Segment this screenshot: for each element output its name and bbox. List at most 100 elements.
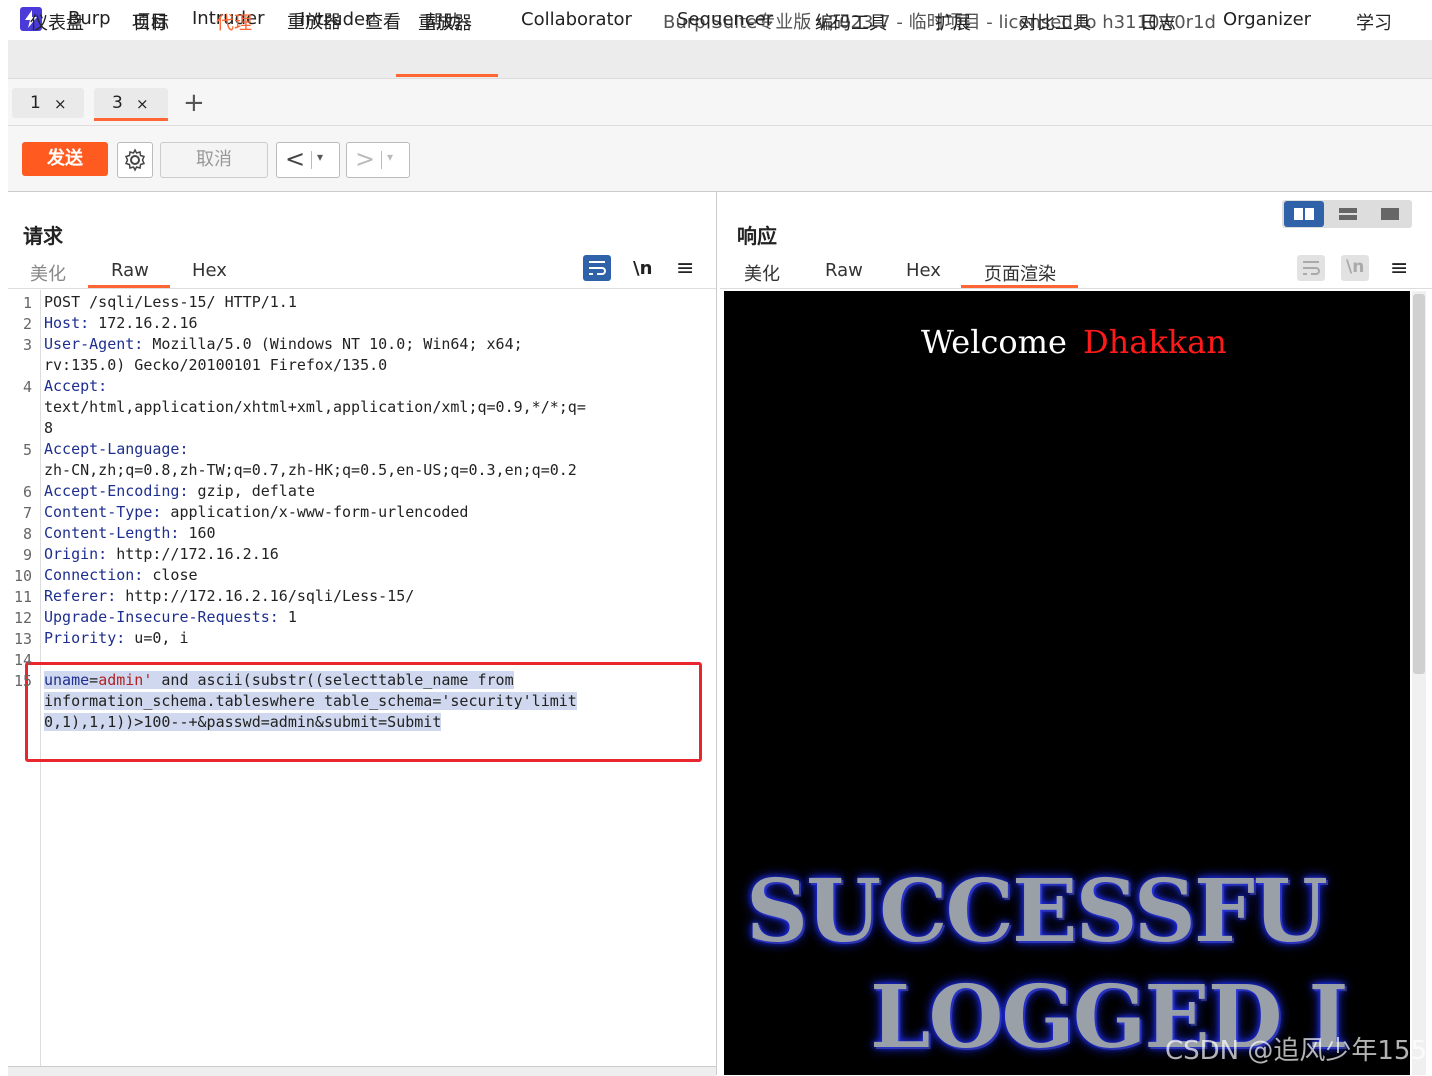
- line-number: 2: [22, 315, 32, 333]
- header-value: close: [143, 566, 198, 584]
- scrollbar-thumb[interactable]: [1413, 294, 1425, 674]
- gear-icon: [124, 148, 146, 172]
- close-icon[interactable]: ×: [136, 95, 149, 113]
- param-eq: =: [89, 671, 99, 689]
- request-line: POST /sqli/Less-15/ HTTP/1.1: [44, 293, 297, 311]
- line-number: 8: [22, 525, 32, 543]
- header-key: Origin:: [44, 545, 108, 563]
- param-value: admin': [98, 671, 153, 689]
- tab-dashboard[interactable]: 仪表盘: [30, 9, 84, 35]
- request-line: zh-CN,zh;q=0.8,zh-TW;q=0.7,zh-HK;q=0.5,e…: [44, 461, 577, 479]
- request-line: Referer: http://172.16.2.16/sqli/Less-15…: [44, 587, 414, 605]
- tab-comparer[interactable]: 对比工具: [1019, 9, 1091, 35]
- header-key: Content-Type:: [44, 503, 162, 521]
- tab-target[interactable]: 目标: [133, 9, 169, 35]
- repeater-tab-3[interactable]: 3 ×: [94, 88, 168, 118]
- header-value: u=0, i: [125, 629, 189, 647]
- line-number: 7: [22, 504, 32, 522]
- repeater-tab-1[interactable]: 1 ×: [12, 88, 84, 118]
- request-line: Content-Length: 160: [44, 524, 216, 542]
- body-line: information_schema.tableswhere table_sch…: [44, 692, 577, 710]
- layout-rows-button[interactable]: [1330, 201, 1366, 227]
- line-number: 10: [13, 567, 32, 585]
- request-line: Accept-Language:: [44, 440, 189, 458]
- body-text: 0,1),1,1))>100--+&passwd=admin&submit=Su…: [44, 713, 442, 731]
- response-tab-pretty[interactable]: 美化: [744, 260, 780, 286]
- newline-toggle-button[interactable]: \n: [1341, 255, 1369, 281]
- request-tab-hex[interactable]: Hex: [192, 260, 227, 281]
- header-value: http://172.16.2.16/sqli/Less-15/: [116, 587, 415, 605]
- response-tab-raw[interactable]: Raw: [825, 260, 863, 281]
- header-value: rv:135.0) Gecko/20100101 Firefox/135.0: [44, 356, 388, 374]
- line-number: 9: [22, 546, 32, 564]
- body-line: uname=admin' and ascii(substr((selecttab…: [44, 671, 514, 689]
- repeater-tab-label: 1: [30, 93, 41, 113]
- tab-logger[interactable]: 日志: [1140, 9, 1176, 35]
- request-line: Accept-Encoding: gzip, deflate: [44, 482, 315, 500]
- newline-icon: \n: [1346, 257, 1365, 277]
- separator: [381, 151, 382, 169]
- tab-proxy[interactable]: 代理: [216, 9, 252, 35]
- line-number: 13: [13, 630, 32, 648]
- request-line: Upgrade-Insecure-Requests: 1: [44, 608, 297, 626]
- response-tab-render[interactable]: 页面渲染: [984, 260, 1056, 286]
- menu-icon[interactable]: ≡: [1390, 256, 1408, 281]
- chevron-left-icon: <: [285, 145, 306, 173]
- tab-repeater[interactable]: 重放器: [418, 9, 472, 35]
- line-number: 3: [22, 336, 32, 354]
- header-key: Connection:: [44, 566, 144, 584]
- header-value: 8: [44, 419, 54, 437]
- line-number: 11: [13, 588, 32, 606]
- wrap-toggle-button[interactable]: [1297, 255, 1325, 281]
- tab-collaborator[interactable]: Collaborator: [521, 9, 632, 30]
- rendered-page: Welcome Dhakkan SUCCESSFU LOGGED I: [724, 291, 1410, 1075]
- request-title: 请求: [23, 224, 63, 248]
- header-value: text/html,application/xhtml+xml,applicat…: [44, 398, 586, 416]
- settings-button[interactable]: [117, 142, 153, 178]
- response-tab-hex[interactable]: Hex: [906, 260, 941, 281]
- back-button[interactable]: < ▾: [276, 142, 340, 178]
- header-value: zh-CN,zh;q=0.8,zh-TW;q=0.7,zh-HK;q=0.5,e…: [44, 461, 577, 479]
- chevron-down-icon[interactable]: ▾: [317, 150, 323, 164]
- request-line: Connection: close: [44, 566, 198, 584]
- request-line: User-Agent: Mozilla/5.0 (Windows NT 10.0…: [44, 335, 523, 353]
- rows-icon: [1339, 208, 1357, 220]
- tab-sequencer[interactable]: Sequencer: [677, 9, 773, 30]
- tab-intruder[interactable]: Intruder: [300, 9, 372, 30]
- header-value: gzip, deflate: [188, 482, 315, 500]
- menu-icon[interactable]: ≡: [676, 256, 694, 281]
- close-icon[interactable]: ×: [54, 95, 67, 113]
- request-tab-raw[interactable]: Raw: [111, 260, 149, 281]
- forward-button[interactable]: > ▾: [346, 142, 410, 178]
- wrap-toggle-button[interactable]: [583, 255, 611, 281]
- divider: [720, 288, 1432, 289]
- chevron-down-icon[interactable]: ▾: [387, 150, 393, 164]
- repeater-tab-label: 3: [112, 93, 123, 113]
- layout-single-button[interactable]: [1372, 201, 1408, 227]
- main-tab-bar: [8, 40, 1432, 79]
- tab-organizer[interactable]: Organizer: [1223, 9, 1311, 30]
- tab-learn[interactable]: 学习: [1356, 9, 1392, 35]
- tab-decoder[interactable]: 编码工具: [815, 9, 887, 35]
- header-key: Accept-Language:: [44, 440, 189, 458]
- line-number: 12: [13, 609, 32, 627]
- single-pane-icon: [1381, 208, 1399, 220]
- header-key: Host:: [44, 314, 90, 332]
- body-text: and ascii(substr((selecttable_name from: [152, 671, 514, 689]
- chevron-right-icon: >: [355, 145, 376, 173]
- line-number: 4: [22, 378, 32, 396]
- header-key: Content-Length:: [44, 524, 180, 542]
- header-key: Priority:: [44, 629, 126, 647]
- header-value: application/x-www-form-urlencoded: [161, 503, 469, 521]
- param-key: uname: [44, 671, 90, 689]
- cancel-button[interactable]: 取消: [160, 142, 268, 178]
- request-tab-pretty[interactable]: 美化: [30, 260, 66, 286]
- separator: [311, 151, 312, 169]
- tab-extensions[interactable]: 扩展: [935, 9, 971, 35]
- layout-split-button[interactable]: [1284, 201, 1324, 227]
- wrap-icon: [589, 261, 606, 275]
- send-button[interactable]: 发送: [22, 142, 108, 176]
- add-tab-icon[interactable]: +: [183, 88, 205, 118]
- newline-toggle-icon[interactable]: \n: [633, 258, 652, 279]
- request-line: text/html,application/xhtml+xml,applicat…: [44, 398, 586, 416]
